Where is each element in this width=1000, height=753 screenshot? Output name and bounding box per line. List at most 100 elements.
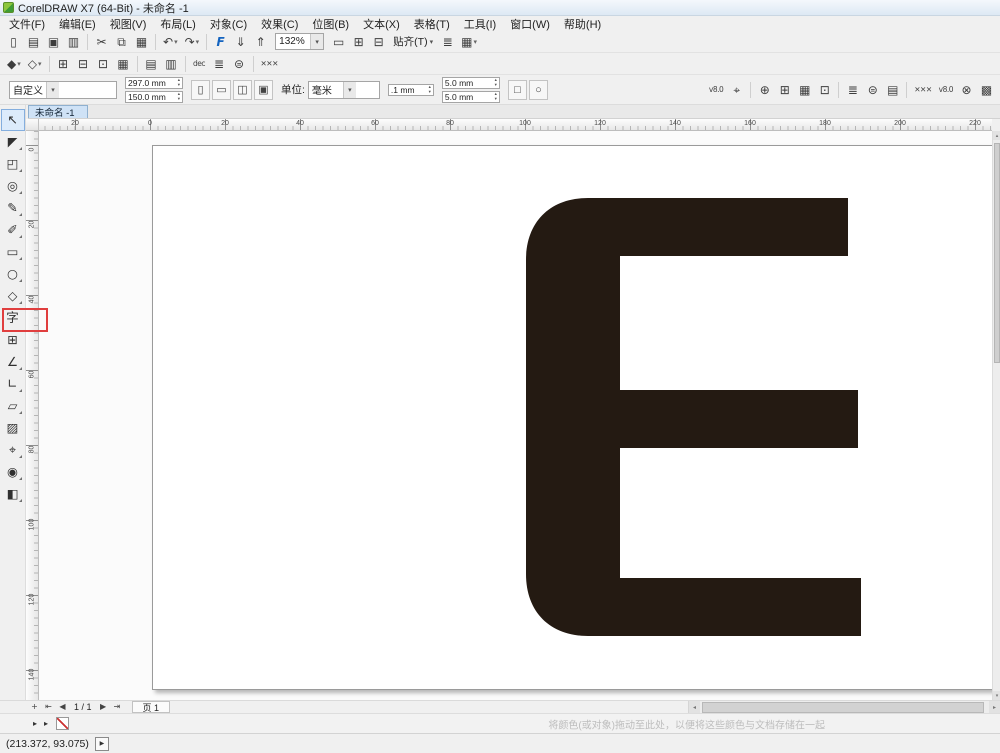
propbar-icon-cells[interactable]: ▦ (795, 80, 814, 99)
chevron-down-icon[interactable]: ▾ (46, 82, 59, 98)
vertical-scrollbar[interactable] (992, 131, 1000, 700)
letter-E-path[interactable] (526, 198, 861, 636)
menu-object[interactable]: 对象(C) (203, 15, 254, 33)
page-height-field[interactable]: 150.0 mm (125, 91, 183, 103)
color-eyedropper-tool[interactable]: ⌖ (1, 439, 25, 461)
propbar-icon-ring[interactable]: ⊜ (863, 80, 882, 99)
status-expand-button[interactable]: ▶ (95, 737, 109, 751)
propbar-icon-lines[interactable]: ≣ (843, 80, 862, 99)
letter-E-shape[interactable] (526, 198, 861, 636)
document-page[interactable] (152, 145, 992, 690)
menu-effects[interactable]: 效果(C) (254, 15, 305, 33)
stepper-icon[interactable] (495, 78, 497, 87)
toolbar2-icon-12[interactable]: ✕✕✕ (258, 54, 281, 73)
scroll-up-icon[interactable] (993, 131, 1000, 140)
parallel-dimension-tool[interactable]: ∠ (1, 351, 25, 373)
application-launcher-button[interactable]: ▦ (458, 32, 480, 51)
undo-button[interactable]: ↶ (160, 32, 181, 51)
nudge-offset-field[interactable]: .1 mm (388, 84, 434, 96)
no-color-swatch[interactable] (56, 717, 69, 730)
portrait-button[interactable]: ▯ (191, 80, 210, 100)
horizontal-ruler[interactable]: 20020406080100120140160180200220 (39, 119, 992, 131)
artistic-media-tool[interactable]: ✐ (1, 219, 25, 241)
propbar-v80-compat-button[interactable]: v8.0 (706, 80, 726, 99)
toolbar2-icon-11[interactable]: ⊜ (230, 54, 249, 73)
outline-pen-tool[interactable]: ◉ (1, 461, 25, 483)
connector-tool[interactable]: ∟ (1, 373, 25, 395)
snap-to-dropdown[interactable]: 贴齐(T) ▾ (393, 34, 433, 49)
propbar-icon-frame[interactable]: ⊡ (815, 80, 834, 99)
propbar-icon-circle-small[interactable]: ○ (529, 80, 548, 100)
scroll-down-icon[interactable] (993, 691, 1000, 700)
toolbar2-icon-6[interactable]: ▦ (114, 54, 133, 73)
drop-shadow-tool[interactable]: ▱ (1, 395, 25, 417)
duplicate-y-field[interactable]: 5.0 mm (442, 91, 500, 103)
stepper-icon[interactable] (178, 78, 180, 87)
menu-help[interactable]: 帮助(H) (557, 15, 608, 33)
text-tool[interactable]: 字 (1, 307, 25, 329)
toolbar2-icon-10[interactable]: ≣ (210, 54, 229, 73)
stepper-icon[interactable] (429, 85, 431, 94)
print-button[interactable]: ▥ (64, 32, 83, 51)
units-combobox[interactable]: 毫米 ▾ (308, 81, 380, 99)
crop-tool[interactable]: ◰ (1, 153, 25, 175)
import-button[interactable]: ⇓ (231, 32, 250, 51)
export-button[interactable]: ⇑ (251, 32, 270, 51)
current-page-button[interactable]: ▣ (254, 80, 273, 100)
page-tab[interactable]: 页 1 (132, 701, 171, 713)
show-grid-button[interactable]: ⊟ (369, 32, 388, 51)
interactive-fill-tool[interactable]: ◧ (1, 483, 25, 505)
toolbar2-icon-7[interactable]: ▤ (142, 54, 161, 73)
menu-table[interactable]: 表格(T) (407, 15, 457, 33)
toolbar2-icon-5[interactable]: ⊡ (94, 54, 113, 73)
cut-button[interactable]: ✂ (92, 32, 111, 51)
stepper-icon[interactable] (178, 92, 180, 101)
document-tab[interactable]: 未命名 -1 (28, 105, 88, 118)
duplicate-x-field[interactable]: 5.0 mm (442, 77, 500, 89)
freehand-tool[interactable]: ✎ (1, 197, 25, 219)
propbar-icon-grid[interactable]: ⊞ (775, 80, 794, 99)
toolbar2-icon-1[interactable]: ◆ (4, 54, 24, 73)
copy-button[interactable]: ⧉ (112, 32, 131, 51)
propbar-icon-rows[interactable]: ▤ (883, 80, 902, 99)
page-size-preset-combobox[interactable]: 自定义 ▾ (9, 81, 117, 99)
menu-tools[interactable]: 工具(I) (457, 15, 503, 33)
toolbar2-icon-3[interactable]: ⊞ (54, 54, 73, 73)
next-page-button[interactable]: ▶ (97, 701, 110, 713)
toolbar2-icon-9[interactable]: dec (190, 54, 209, 73)
propbar-icon-pattern[interactable]: ▩ (977, 80, 996, 99)
new-document-button[interactable]: ▯ (4, 32, 23, 51)
redo-button[interactable]: ↷ (182, 32, 203, 51)
palette-flyout-button[interactable]: ▸ (30, 719, 40, 728)
ellipse-tool[interactable]: ○ (1, 263, 25, 285)
propbar-icon-circle[interactable]: ⊗ (957, 80, 976, 99)
first-page-button[interactable]: ⇤ (42, 701, 55, 713)
pick-tool[interactable]: ↖ (1, 109, 25, 131)
last-page-button[interactable]: ⇥ (111, 701, 124, 713)
menu-view[interactable]: 视图(V) (103, 15, 154, 33)
propbar-v80-compat-button-2[interactable]: v8.0 (936, 80, 956, 99)
drawing-canvas[interactable] (39, 131, 992, 700)
transparency-tool[interactable]: ▨ (1, 417, 25, 439)
options-button[interactable]: ≣ (438, 32, 457, 51)
fullscreen-preview-button[interactable]: ▭ (329, 32, 348, 51)
horizontal-scroll-thumb[interactable] (702, 702, 984, 713)
propbar-icon-xxx[interactable]: ✕✕✕ (911, 80, 934, 99)
vertical-scroll-thumb[interactable] (994, 143, 1000, 363)
show-rulers-button[interactable]: ⊞ (349, 32, 368, 51)
landscape-button[interactable]: ▭ (212, 80, 231, 100)
menu-window[interactable]: 窗口(W) (503, 15, 557, 33)
add-page-button[interactable]: + (28, 701, 41, 713)
polygon-tool[interactable]: ◇ (1, 285, 25, 307)
zoom-level-combobox[interactable]: 132% ▾ (275, 33, 324, 50)
open-button[interactable]: ▤ (24, 32, 43, 51)
menu-text[interactable]: 文本(X) (356, 15, 407, 33)
table-tool[interactable]: ⊞ (1, 329, 25, 351)
propbar-icon-add[interactable]: ⊕ (755, 80, 774, 99)
toolbar2-icon-2[interactable]: ◇ (25, 54, 45, 73)
menu-file[interactable]: 文件(F) (2, 15, 52, 33)
menu-edit[interactable]: 编辑(E) (52, 15, 103, 33)
menu-bitmaps[interactable]: 位图(B) (305, 15, 356, 33)
prev-page-button[interactable]: ◀ (56, 701, 69, 713)
toolbar2-icon-4[interactable]: ⊟ (74, 54, 93, 73)
